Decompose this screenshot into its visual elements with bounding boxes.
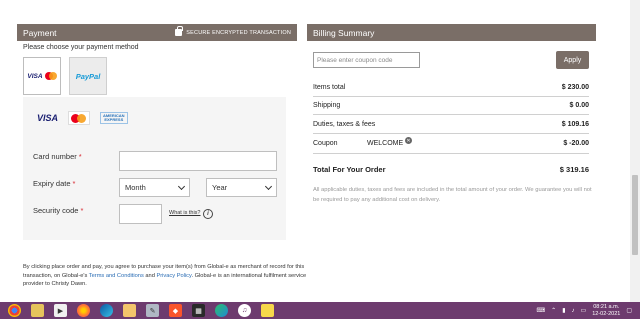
apply-button[interactable]: Apply [556, 51, 589, 69]
remove-coupon-icon[interactable]: ✕ [405, 137, 412, 144]
system-tray: ⌨ ⌃ ▮ ♪ ▭ 08:21 a.m. 12-02-2021 ▢ [537, 302, 640, 319]
chevron-down-icon [177, 182, 186, 190]
divider [313, 153, 589, 154]
chevron-down-icon [264, 182, 273, 190]
billing-title: Billing Summary [313, 27, 375, 38]
amex-logo: AMERICAN EXPRESS [100, 112, 128, 124]
windows-taskbar: ▶ ✎ ◆ ▦ ♫ ⌨ ⌃ ▮ ♪ ▭ 08:21 a.m. 12-02-202… [0, 302, 640, 319]
shipping-row: Shipping $ 0.00 [313, 102, 589, 109]
privacy-link[interactable]: Privacy Policy [156, 273, 191, 279]
clock[interactable]: 08:21 a.m. 12-02-2021 [592, 304, 620, 317]
keyboard-icon[interactable]: ⌨ [537, 307, 546, 314]
legal-notice: By clicking place order and pay, you agr… [23, 263, 313, 289]
expiry-label: Expiry date * [33, 179, 75, 188]
volume-icon[interactable]: ♪ [572, 308, 575, 314]
security-label-text: Security code [33, 206, 79, 215]
required-mark: * [80, 206, 84, 215]
card-form: VISA AMERICAN EXPRESS Card number * Expir… [23, 97, 286, 240]
what-is-this-link[interactable]: What is this? [169, 210, 200, 216]
terms-link[interactable]: Terms and Conditions [89, 273, 144, 279]
mastercard-icon [44, 72, 57, 80]
chevron-up-icon[interactable]: ⌃ [551, 307, 556, 314]
card-number-input[interactable] [119, 151, 277, 171]
info-icon[interactable]: i [203, 209, 213, 219]
items-total-label: Items total [313, 84, 346, 91]
secure-label: SECURE ENCRYPTED TRANSACTION [186, 29, 291, 36]
billing-header: Billing Summary [307, 24, 596, 41]
shipping-label: Shipping [313, 102, 341, 109]
coupon-row: Coupon $ -20.00 [313, 140, 589, 147]
duties-value: $ 109.16 [561, 121, 589, 128]
expiry-year-select[interactable]: Year [206, 178, 277, 197]
security-code-label: Security code * [33, 206, 83, 215]
chrome-icon[interactable] [8, 304, 21, 317]
order-total-row: Total For Your Order $ 319.16 [313, 165, 589, 174]
amex-line2: EXPRESS [104, 117, 124, 122]
notification-icon[interactable]: ▢ [626, 307, 632, 314]
tab-card-payment[interactable]: VISA [23, 57, 61, 95]
divider [313, 114, 589, 115]
coupon-label: Coupon [313, 140, 338, 147]
clock-date: 12-02-2021 [592, 310, 621, 317]
visa-logo: VISA [37, 113, 59, 123]
scrollbar-thumb[interactable] [632, 175, 638, 255]
browser-icon[interactable] [215, 304, 228, 317]
windows-store-icon[interactable]: ▦ [192, 304, 205, 317]
music-icon[interactable]: ♫ [238, 304, 251, 317]
divider [313, 96, 589, 97]
mastercard-icon [68, 111, 91, 125]
divider [313, 133, 589, 134]
folder-icon[interactable] [123, 304, 136, 317]
expiry-label-text: Expiry date [33, 179, 71, 188]
media-icon[interactable]: ▶ [54, 304, 67, 317]
payment-method-prompt: Please choose your payment method [23, 44, 139, 51]
legal-and: and [143, 272, 157, 279]
firefox-icon[interactable] [77, 304, 90, 317]
items-total-row: Items total $ 230.00 [313, 84, 589, 91]
security-code-input[interactable] [119, 204, 162, 224]
visa-logo: VISA [27, 72, 43, 80]
files-icon[interactable] [31, 304, 44, 317]
order-total-label: Total For Your Order [313, 165, 386, 174]
coupon-input[interactable]: Please enter coupon code [313, 52, 420, 68]
paypal-logo: PayPal [75, 71, 101, 81]
month-value: Month [125, 183, 146, 192]
duties-row: Duties, taxes & fees $ 109.16 [313, 121, 589, 128]
secure-transaction-badge: SECURE ENCRYPTED TRANSACTION [175, 26, 291, 36]
coupon-placeholder: Please enter coupon code [317, 56, 393, 64]
duties-note: All applicable duties, taxes and fees ar… [313, 187, 592, 203]
payment-title: Payment [23, 27, 57, 38]
payment-header: Payment SECURE ENCRYPTED TRANSACTION [17, 24, 297, 41]
card-number-label: Card number * [33, 152, 82, 161]
network-icon[interactable]: ▮ [562, 307, 565, 314]
tab-paypal-payment[interactable]: PayPal [69, 57, 107, 95]
order-total-value: $ 319.16 [559, 165, 589, 174]
duties-label: Duties, taxes & fees [313, 121, 376, 128]
page-scrollbar[interactable] [630, 0, 640, 302]
lock-icon [175, 26, 183, 36]
required-mark: * [78, 152, 82, 161]
coupon-value: $ -20.00 [563, 140, 589, 147]
edge-icon[interactable] [100, 304, 113, 317]
shipping-value: $ 0.00 [569, 102, 589, 109]
items-total-value: $ 230.00 [561, 84, 589, 91]
battery-icon[interactable]: ▭ [581, 307, 587, 314]
expiry-month-select[interactable]: Month [119, 178, 190, 197]
clock-time: 08:21 a.m. [593, 304, 620, 310]
brave-icon[interactable]: ◆ [169, 304, 182, 317]
tools-icon[interactable]: ✎ [146, 304, 159, 317]
year-value: Year [212, 183, 228, 192]
card-number-label-text: Card number [33, 152, 77, 161]
applied-coupon-code: WELCOME [367, 140, 404, 147]
required-mark: * [72, 179, 76, 188]
accepted-cards: VISA AMERICAN EXPRESS [37, 111, 128, 125]
notes-icon[interactable] [261, 304, 274, 317]
